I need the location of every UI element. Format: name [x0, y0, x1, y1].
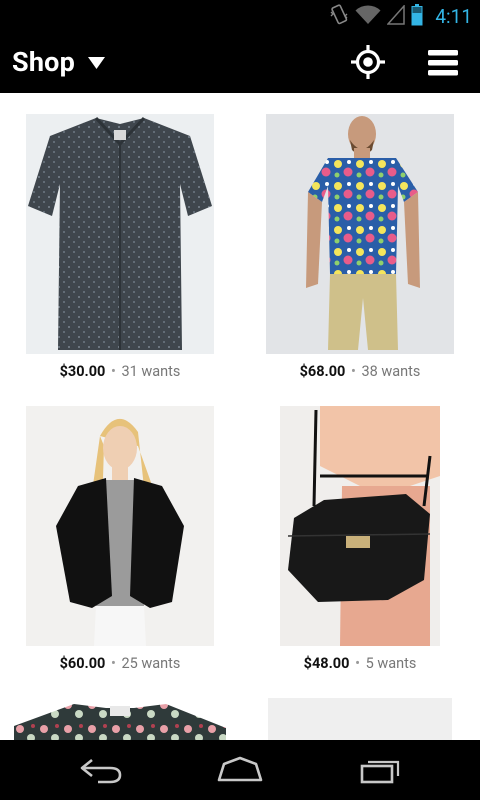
product-card[interactable]	[240, 677, 480, 740]
product-card[interactable]	[0, 677, 240, 740]
menu-icon[interactable]	[428, 50, 458, 80]
locate-icon[interactable]	[351, 45, 385, 83]
triangle-down-icon[interactable]	[88, 55, 105, 74]
separator-dot: •	[110, 655, 116, 672]
product-price: $60.00	[59, 655, 106, 672]
product-caption: $68.00 • 38 wants	[240, 363, 480, 380]
vibrate-icon	[329, 3, 349, 30]
product-caption: $60.00 • 25 wants	[0, 655, 240, 672]
product-wants: 25 wants	[121, 655, 181, 672]
back-icon[interactable]	[78, 754, 124, 790]
product-card[interactable]: $60.00 • 25 wants	[0, 385, 240, 677]
product-price: $68.00	[299, 363, 346, 380]
home-icon[interactable]	[216, 754, 264, 790]
product-card[interactable]: $48.00 • 5 wants	[240, 385, 480, 677]
product-wants: 31 wants	[121, 363, 181, 380]
product-caption: $48.00 • 5 wants	[240, 655, 480, 672]
separator-dot: •	[355, 655, 360, 672]
wifi-icon	[355, 4, 381, 29]
product-wants: 38 wants	[361, 363, 421, 380]
status-time: 4:11	[435, 5, 472, 28]
battery-icon	[411, 3, 423, 30]
page-title[interactable]: Shop	[12, 46, 75, 78]
product-card[interactable]: $30.00 • 31 wants	[0, 93, 240, 385]
product-image[interactable]	[280, 406, 440, 646]
status-bar: 4:11	[0, 0, 480, 33]
status-icons: 4:11	[329, 3, 472, 30]
product-price: $48.00	[303, 655, 350, 672]
product-wants: 5 wants	[365, 655, 417, 672]
recent-apps-icon[interactable]	[358, 754, 404, 790]
separator-dot: •	[110, 363, 116, 380]
product-image[interactable]	[266, 114, 454, 354]
product-grid[interactable]: $30.00 • 31 wants $68.00 • 38 wants $60.…	[0, 93, 480, 740]
separator-dot: •	[350, 363, 356, 380]
product-image[interactable]	[26, 406, 214, 646]
navigation-bar	[0, 740, 480, 800]
product-card[interactable]: $68.00 • 38 wants	[240, 93, 480, 385]
product-caption: $30.00 • 31 wants	[0, 363, 240, 380]
product-price: $30.00	[59, 363, 106, 380]
product-image[interactable]	[268, 698, 452, 740]
product-image[interactable]	[26, 114, 214, 354]
action-bar: Shop	[0, 33, 480, 93]
product-image[interactable]	[14, 698, 226, 740]
signal-icon	[386, 3, 406, 29]
